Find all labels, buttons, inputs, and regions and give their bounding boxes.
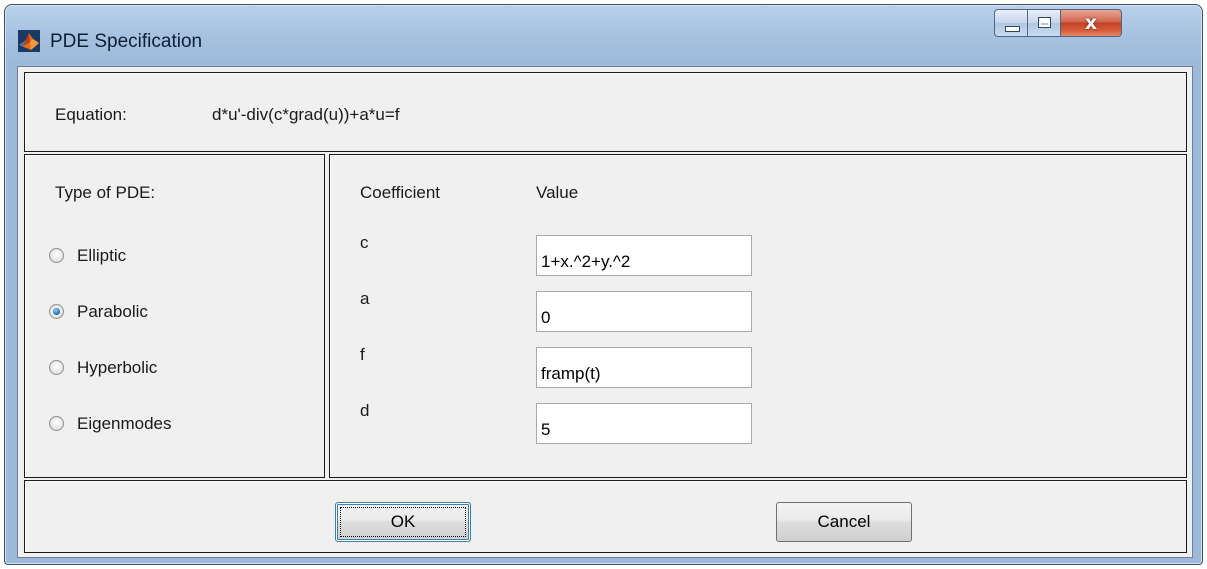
pde-specification-window: PDE Specification x Equation: d*u'-div(c… — [4, 4, 1203, 565]
radio-parabolic-label[interactable]: Parabolic — [77, 302, 148, 322]
coefficient-name-c: c — [360, 233, 369, 252]
maximize-icon — [1038, 17, 1051, 28]
equation-panel: Equation: d*u'-div(c*grad(u))+a*u=f — [24, 72, 1187, 152]
value-column-header: Value — [536, 183, 579, 202]
maximize-button[interactable] — [1027, 9, 1061, 37]
close-icon: x — [1084, 12, 1098, 34]
pde-type-panel: Type of PDE: Elliptic Parabolic Hyperbol… — [24, 154, 325, 478]
coefficient-name-d: d — [360, 401, 370, 420]
radio-eigenmodes-label[interactable]: Eigenmodes — [77, 414, 172, 434]
equation-label: Equation: — [55, 105, 127, 124]
radio-elliptic[interactable] — [49, 248, 64, 263]
minimize-icon — [1005, 26, 1020, 32]
coefficient-name-a: a — [360, 289, 370, 308]
radio-elliptic-label[interactable]: Elliptic — [77, 246, 126, 266]
radio-eigenmodes[interactable] — [49, 416, 64, 431]
ok-button[interactable]: OK — [335, 502, 471, 542]
coefficient-d-input[interactable] — [536, 403, 752, 444]
pde-type-heading: Type of PDE: — [55, 183, 156, 202]
coefficients-panel: Coefficient Value c a f d — [329, 154, 1187, 478]
coefficient-c-input[interactable] — [536, 235, 752, 276]
coefficient-column-header: Coefficient — [360, 183, 441, 202]
radio-hyperbolic-label[interactable]: Hyperbolic — [77, 358, 157, 378]
close-button[interactable]: x — [1060, 9, 1122, 37]
radio-parabolic[interactable] — [49, 304, 64, 319]
ok-button-label: OK — [340, 507, 466, 537]
coefficient-name-f: f — [360, 345, 365, 364]
cancel-button[interactable]: Cancel — [776, 502, 912, 542]
equation-text: d*u'-div(c*grad(u))+a*u=f — [212, 105, 400, 124]
coefficient-f-input[interactable] — [536, 347, 752, 388]
minimize-button[interactable] — [994, 9, 1028, 37]
window-title: PDE Specification — [50, 31, 203, 52]
dialog-client-area: Equation: d*u'-div(c*grad(u))+a*u=f Type… — [17, 66, 1193, 558]
title-bar[interactable]: PDE Specification x — [5, 5, 1202, 65]
button-panel: OK Cancel — [24, 480, 1187, 553]
matlab-membrane-icon — [18, 30, 40, 52]
coefficient-a-input[interactable] — [536, 291, 752, 332]
radio-hyperbolic[interactable] — [49, 360, 64, 375]
